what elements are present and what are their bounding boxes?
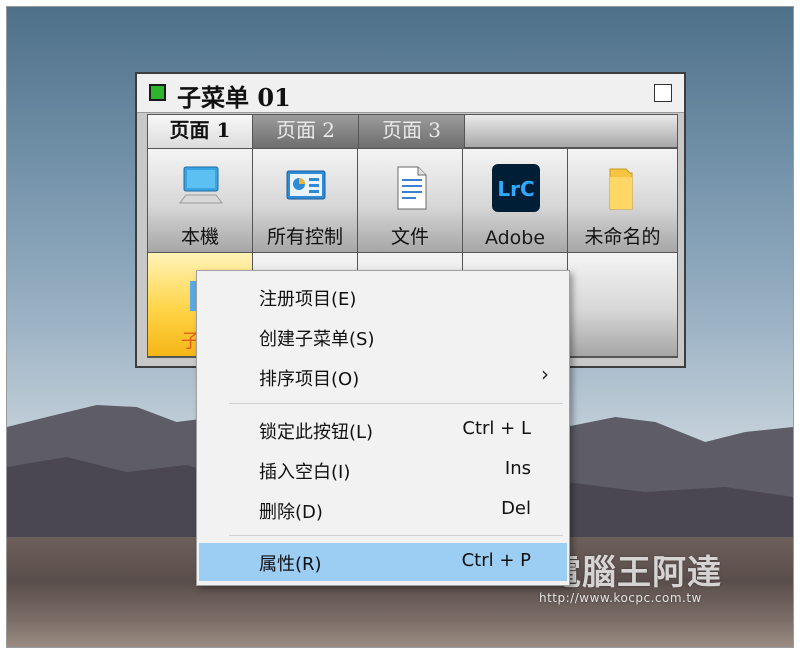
- menu-item-label: 注册项目(E): [259, 289, 357, 310]
- menu-item-shortcut: Del: [501, 498, 531, 519]
- item-label: 未命名的: [584, 226, 661, 248]
- folder-icon: [609, 168, 633, 210]
- document-icon: [397, 166, 427, 210]
- menu-item-insert-blank[interactable]: 插入空白(I) Ins: [199, 451, 567, 489]
- window-titlebar[interactable]: 子菜单 01: [137, 74, 684, 113]
- menu-item-properties[interactable]: 属性(R) Ctrl + P: [199, 543, 567, 581]
- maximize-button[interactable]: [654, 84, 672, 102]
- item-unnamed[interactable]: 未命名的: [568, 149, 677, 253]
- watermark-url: http://www.kocpc.com.tw: [539, 591, 702, 605]
- item-label: 文件: [390, 226, 429, 248]
- item-adobe[interactable]: LrC Adobe: [463, 149, 568, 253]
- window-status-icon: [149, 84, 166, 101]
- item-this-pc[interactable]: 本機: [148, 149, 253, 253]
- menu-item-lock[interactable]: 锁定此按钮(L) Ctrl + L: [199, 411, 567, 449]
- item-label: Adobe: [484, 227, 546, 249]
- menu-item-label: 锁定此按钮(L): [259, 422, 374, 443]
- item-control-panel[interactable]: 所有控制: [253, 149, 358, 253]
- window-title: 子菜单 01: [177, 83, 291, 112]
- menu-item-sort[interactable]: 排序项目(O) ›: [199, 358, 567, 396]
- tab-bar: 页面 1 页面 2 页面 3: [147, 114, 678, 148]
- menu-item-label: 插入空白(I): [259, 462, 351, 483]
- menu-item-delete[interactable]: 删除(D) Del: [199, 491, 567, 529]
- control-panel-icon: [286, 170, 326, 200]
- item-label: 本機: [180, 226, 219, 248]
- watermark-title: 電腦王阿達: [547, 553, 722, 593]
- item-label: 所有控制: [266, 226, 343, 248]
- menu-item-label: 属性(R): [259, 554, 322, 575]
- menu-separator: [229, 403, 563, 404]
- menu-separator: [229, 535, 563, 536]
- menu-item-shortcut: Ctrl + L: [462, 418, 531, 439]
- menu-item-label: 删除(D): [259, 502, 323, 523]
- menu-item-label: 创建子菜单(S): [259, 329, 375, 350]
- svg-text:LrC: LrC: [497, 177, 534, 201]
- lightroom-icon: LrC: [492, 164, 540, 212]
- context-menu: 注册项目(E) 创建子菜单(S) 排序项目(O) › 锁定此按钮(L) Ctrl…: [196, 270, 570, 586]
- chevron-right-icon: ›: [541, 362, 549, 386]
- menu-item-create-submenu[interactable]: 创建子菜单(S): [199, 318, 567, 356]
- empty-slot[interactable]: [568, 253, 677, 357]
- computer-icon: [179, 166, 223, 204]
- menu-item-register[interactable]: 注册项目(E): [199, 278, 567, 316]
- tab-page-1[interactable]: 页面 1: [148, 115, 253, 148]
- menu-item-shortcut: Ins: [504, 458, 531, 479]
- tab-page-2[interactable]: 页面 2: [253, 115, 359, 148]
- item-documents[interactable]: 文件: [358, 149, 463, 253]
- menu-item-shortcut: Ctrl + P: [461, 550, 531, 571]
- tab-page-3[interactable]: 页面 3: [359, 115, 465, 148]
- menu-item-label: 排序项目(O): [259, 369, 360, 390]
